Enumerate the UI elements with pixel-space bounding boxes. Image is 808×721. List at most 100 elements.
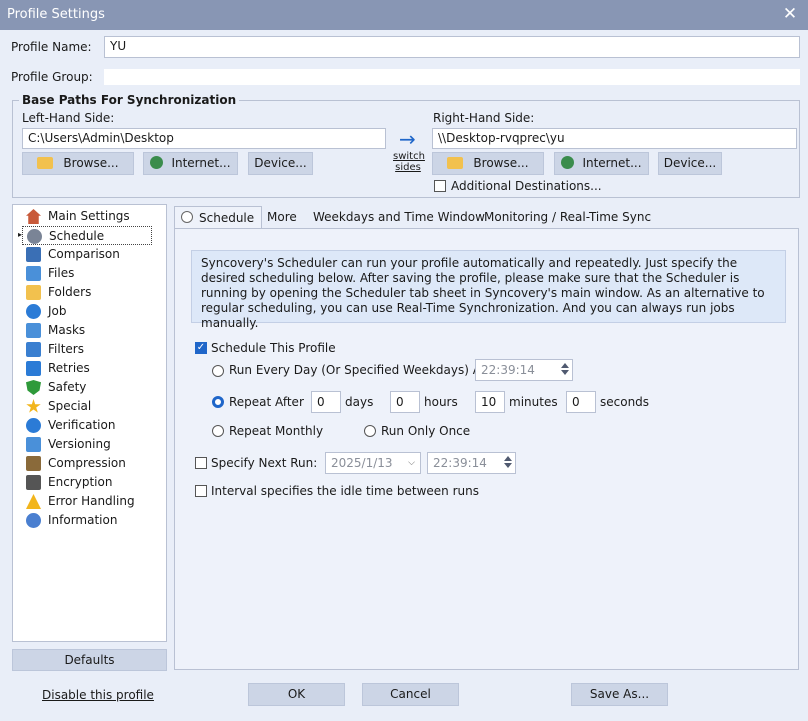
sidebar-item-label: Information [48, 513, 118, 527]
sidebar-item-folders[interactable]: Folders [22, 283, 152, 302]
time-spinner[interactable] [558, 361, 571, 377]
run-every-day-radio[interactable] [212, 365, 224, 377]
defaults-button[interactable]: Defaults [12, 649, 167, 671]
left-hand-side-label: Left-Hand Side: [22, 111, 115, 125]
cancel-button[interactable]: Cancel [362, 683, 459, 706]
days-label: days [345, 395, 374, 409]
globe-icon [561, 156, 575, 169]
next-run-date-value: 2025/1/13 [331, 456, 393, 470]
left-internet-button[interactable]: Internet... [143, 152, 238, 175]
repeat-monthly-label: Repeat Monthly [229, 424, 324, 438]
switch-sides-line1: switch [393, 151, 425, 162]
sidebar-item-retries[interactable]: Retries [22, 359, 152, 378]
close-icon[interactable]: ✕ [780, 4, 800, 24]
run-every-day-label: Run Every Day (Or Specified Weekdays) At [229, 363, 486, 377]
disable-profile-link[interactable]: Disable this profile [42, 688, 154, 702]
days-input[interactable]: 0 [311, 391, 341, 413]
left-browse-label: Browse... [63, 156, 119, 170]
run-every-day-time-value: 22:39:14 [481, 363, 535, 377]
verification-check-icon [26, 418, 41, 433]
additional-destinations-checkbox[interactable] [434, 180, 446, 192]
profile-name-input[interactable]: YU [104, 36, 800, 58]
tab-more[interactable]: More [261, 206, 303, 228]
interval-idle-label: Interval specifies the idle time between… [211, 484, 479, 498]
schedule-this-profile-checkbox[interactable]: ✓ [195, 342, 207, 354]
repeat-monthly-radio[interactable] [212, 425, 224, 437]
versioning-icon [26, 437, 41, 452]
sidebar-item-compression[interactable]: Compression [22, 454, 152, 473]
sidebar-item-versioning[interactable]: Versioning [22, 435, 152, 454]
left-device-button[interactable]: Device... [248, 152, 313, 175]
left-browse-button[interactable]: Browse... [22, 152, 134, 175]
right-path-input[interactable]: \\Desktop-rvqprec\yu [432, 128, 797, 149]
sidebar-item-error-handling[interactable]: Error Handling [22, 492, 152, 511]
left-path-input[interactable]: C:\Users\Admin\Desktop [22, 128, 386, 149]
repeat-after-radio[interactable] [212, 396, 224, 408]
right-device-button[interactable]: Device... [658, 152, 722, 175]
sidebar-item-label: Files [48, 266, 75, 280]
sidebar-item-label: Comparison [48, 247, 120, 261]
sidebar-item-encryption[interactable]: Encryption [22, 473, 152, 492]
sidebar-item-main-settings[interactable]: Main Settings [22, 207, 152, 226]
specify-next-run-checkbox[interactable] [195, 457, 207, 469]
sidebar-item-filters[interactable]: Filters [22, 340, 152, 359]
switch-sides-line2: sides [395, 162, 421, 173]
minutes-input[interactable]: 10 [475, 391, 505, 413]
sidebar-item-label: Special [48, 399, 92, 413]
right-internet-button[interactable]: Internet... [554, 152, 649, 175]
sidebar-item-schedule[interactable]: Schedule [22, 226, 152, 245]
job-icon [26, 304, 41, 319]
sidebar-item-label: Compression [48, 456, 126, 470]
seconds-label: seconds [600, 395, 650, 409]
folder-icon [447, 157, 464, 169]
folder-icon [37, 157, 54, 169]
sidebar-item-verification[interactable]: Verification [22, 416, 152, 435]
clock-icon [181, 211, 193, 223]
run-every-day-time-input[interactable]: 22:39:14 [475, 359, 573, 381]
sidebar-item-special[interactable]: Special [22, 397, 152, 416]
save-as-button[interactable]: Save As... [571, 683, 668, 706]
interval-idle-checkbox[interactable] [195, 485, 207, 497]
next-run-time-value: 22:39:14 [433, 456, 487, 470]
sidebar-item-label: Folders [48, 285, 92, 299]
chevron-down-icon: ⌵ [408, 458, 415, 468]
profile-name-label: Profile Name: [11, 40, 92, 54]
seconds-input[interactable]: 0 [566, 391, 596, 413]
globe-icon [150, 156, 164, 169]
tab-monitoring-realtime[interactable]: Monitoring / Real-Time Sync [478, 206, 657, 228]
retry-arrow-icon [26, 361, 41, 376]
switch-sides-link[interactable]: switch sides [393, 151, 425, 173]
tab-weekdays-time-window[interactable]: Weekdays and Time Window [307, 206, 491, 228]
sidebar-item-label: Retries [48, 361, 90, 375]
sidebar-item-label: Safety [48, 380, 87, 394]
filters-icon [26, 342, 41, 357]
house-icon [26, 209, 41, 224]
sidebar-item-label: Masks [48, 323, 86, 337]
next-run-date-picker[interactable]: 2025/1/13 ⌵ [325, 452, 421, 474]
next-run-time-spinner[interactable] [501, 454, 514, 470]
run-only-once-radio[interactable] [364, 425, 376, 437]
sidebar-item-files[interactable]: Files [22, 264, 152, 283]
info-icon [26, 513, 41, 528]
star-icon [26, 399, 41, 413]
next-run-time-input[interactable]: 22:39:14 [427, 452, 516, 474]
sidebar-item-masks[interactable]: Masks [22, 321, 152, 340]
masks-icon [26, 323, 41, 338]
right-browse-button[interactable]: Browse... [432, 152, 544, 175]
ok-button[interactable]: OK [248, 683, 345, 706]
folder-icon [26, 285, 41, 300]
profile-group-label: Profile Group: [11, 70, 93, 84]
profile-group-input[interactable] [104, 69, 800, 85]
sidebar-item-safety[interactable]: Safety [22, 378, 152, 397]
right-hand-side-label: Right-Hand Side: [433, 111, 535, 125]
hours-input[interactable]: 0 [390, 391, 420, 413]
sidebar-item-information[interactable]: Information [22, 511, 152, 530]
comparison-icon [26, 247, 41, 262]
clock-icon [27, 229, 42, 244]
tab-schedule[interactable]: Schedule [174, 206, 262, 229]
files-icon [26, 266, 41, 281]
sidebar-item-job[interactable]: Job [22, 302, 152, 321]
left-internet-label: Internet... [171, 156, 231, 170]
run-only-once-label: Run Only Once [381, 424, 471, 438]
sidebar-item-comparison[interactable]: Comparison [22, 245, 152, 264]
